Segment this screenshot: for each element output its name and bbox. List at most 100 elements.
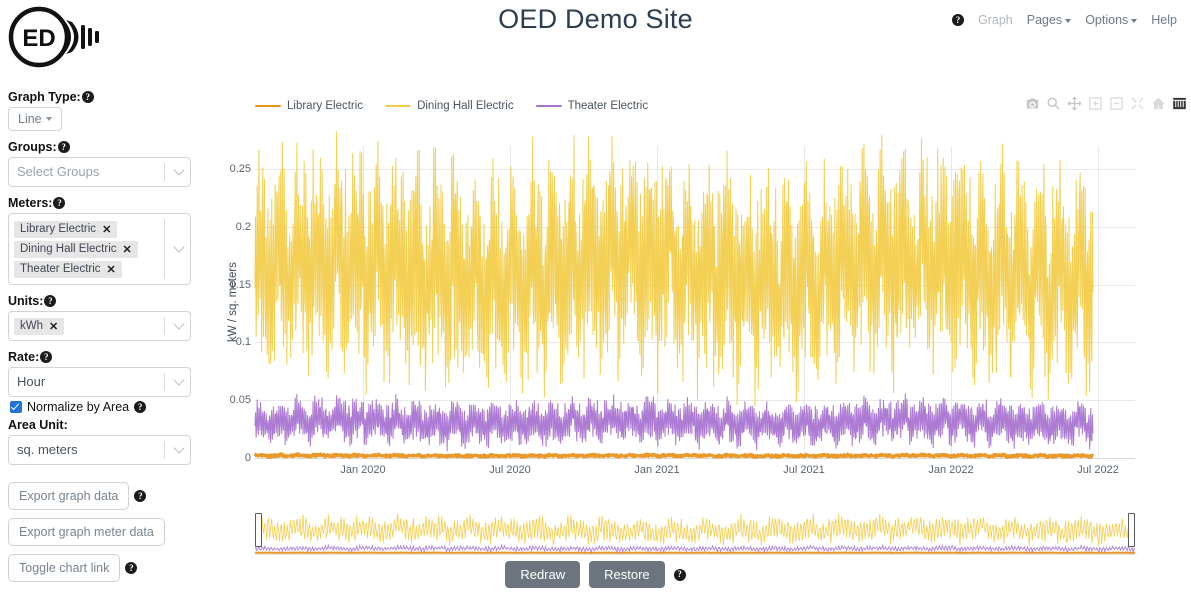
range-slider-line-dining-hall-electric	[254, 513, 1136, 547]
nav-item-options-label: Options	[1085, 13, 1129, 27]
nav-item-help[interactable]: Help	[1151, 13, 1177, 27]
remove-chip-icon[interactable]: ✕	[123, 243, 132, 256]
groups-label: Groups: ?	[8, 140, 193, 154]
select-divider	[164, 219, 165, 279]
pan-icon[interactable]	[1067, 96, 1082, 111]
graph-type-dropdown[interactable]: Line	[8, 107, 62, 131]
meter-chip-library-electric[interactable]: Library Electric ✕	[14, 220, 118, 238]
units-select[interactable]: kWh ✕	[8, 311, 191, 341]
remove-chip-icon[interactable]: ✕	[107, 263, 116, 276]
legend-swatch	[385, 104, 412, 108]
chevron-down-icon[interactable]	[174, 246, 183, 252]
zoom-icon[interactable]	[1046, 96, 1061, 111]
meter-chip-theater-electric[interactable]: Theater Electric ✕	[14, 260, 122, 278]
home-icon[interactable]	[1151, 96, 1166, 111]
y-axis-tick-label: 0.2	[235, 220, 251, 233]
nav-item-graph[interactable]: Graph	[978, 13, 1013, 27]
meter-chip-label: Dining Hall Electric	[20, 243, 117, 255]
legend-item-theater-electric[interactable]: Theater Electric	[535, 100, 649, 112]
nav-item-help-label: Help	[1151, 13, 1177, 27]
meter-chip-dining-hall-electric[interactable]: Dining Hall Electric ✕	[14, 240, 138, 258]
area-unit-select[interactable]: sq. meters	[8, 435, 191, 465]
unit-chip-kwh[interactable]: kWh ✕	[14, 317, 65, 335]
meter-chip-wrapper: Dining Hall Electric ✕	[14, 239, 156, 259]
series-line-library-electric	[253, 452, 1094, 460]
grid-line-horizontal	[255, 458, 1135, 459]
legend-label: Theater Electric	[567, 100, 649, 112]
meters-select[interactable]: Library Electric ✕ Dining Hall Electric …	[8, 213, 191, 285]
export-graph-meter-data-button[interactable]: Export graph meter data	[8, 518, 165, 546]
normalize-by-area-label: Normalize by Area	[27, 400, 130, 414]
y-axis-label: kW / sq. meters	[227, 262, 239, 342]
groups-placeholder: Select Groups	[17, 164, 100, 179]
range-slider-baseline	[255, 554, 1135, 555]
groups-select[interactable]: Select Groups	[8, 157, 191, 187]
y-axis-tick-label: 0.1	[235, 336, 251, 349]
autoscale-icon[interactable]	[1130, 96, 1145, 111]
remove-chip-icon[interactable]: ✕	[102, 223, 111, 236]
help-circle-icon[interactable]: ?	[57, 141, 70, 153]
legend-item-library-electric[interactable]: Library Electric	[255, 100, 363, 112]
export-graph-data-row: Export graph data ?	[8, 482, 193, 510]
redraw-button[interactable]: Redraw	[505, 561, 581, 588]
plot-area[interactable]: kW / sq. meters 0 0.05 0.1 0.15 0.2 0.25 Jan …	[227, 131, 1135, 476]
area-unit-label-text: Area Unit:	[8, 418, 68, 432]
legend-swatch	[535, 104, 562, 108]
series-line-dining-hall-electric	[254, 131, 1094, 407]
meter-chip-wrapper: Theater Electric ✕	[14, 259, 156, 279]
range-slider-preview[interactable]	[254, 511, 1136, 555]
chevron-down-icon[interactable]	[174, 169, 183, 175]
series-line-theater-electric	[254, 393, 1094, 452]
range-slider-line-theater-electric	[254, 543, 1136, 554]
nav-item-options[interactable]: Options	[1085, 13, 1138, 27]
meter-chip-label: Theater Electric	[20, 263, 101, 275]
camera-icon[interactable]	[1025, 96, 1040, 111]
groups-label-text: Groups:	[8, 140, 57, 154]
help-circle-icon[interactable]: ?	[134, 490, 147, 502]
meters-block: Meters: ? Library Electric ✕ Dining Hall…	[8, 196, 193, 285]
grid-icon[interactable]	[1172, 96, 1187, 111]
groups-block: Groups: ? Select Groups	[8, 140, 193, 187]
help-circle-icon[interactable]: ?	[40, 351, 53, 363]
legend-item-dining-hall-electric[interactable]: Dining Hall Electric	[385, 100, 514, 112]
chevron-down-icon	[45, 117, 52, 121]
normalize-by-area-row[interactable]: Normalize by Area ?	[10, 400, 193, 414]
export-graph-meter-data-row: Export graph meter data	[8, 518, 193, 546]
remove-chip-icon[interactable]: ✕	[49, 320, 58, 333]
chevron-down-icon[interactable]	[174, 323, 183, 329]
zoom-in-icon[interactable]	[1088, 96, 1103, 111]
export-graph-data-button[interactable]: Export graph data	[8, 482, 130, 510]
chevron-down-icon	[1131, 18, 1138, 23]
rate-select[interactable]: Hour	[8, 367, 191, 397]
units-label-text: Units:	[8, 294, 44, 308]
range-slider[interactable]	[254, 511, 1136, 555]
nav-item-pages[interactable]: Pages	[1026, 13, 1072, 27]
x-axis-tick-label: Jul 2020	[489, 464, 531, 476]
nav-item-pages-label: Pages	[1026, 13, 1063, 27]
units-label: Units: ?	[8, 294, 193, 308]
range-slider-handle-right[interactable]	[1128, 513, 1135, 547]
chevron-down-icon[interactable]	[174, 379, 183, 385]
rate-value: Hour	[17, 374, 46, 389]
y-axis-tick-label: 0.15	[229, 278, 251, 291]
help-circle-icon[interactable]: ?	[53, 197, 66, 209]
plotly-modebar	[1025, 96, 1187, 111]
help-circle-icon[interactable]: ?	[44, 295, 57, 307]
controls-sidebar: Graph Type: ? Line Groups: ? Select Grou…	[8, 90, 193, 590]
graph-type-value: Line	[18, 112, 42, 126]
chevron-down-icon	[1065, 18, 1072, 23]
legend-label: Library Electric	[287, 100, 364, 112]
x-axis-tick-label: Jul 2021	[783, 464, 825, 476]
legend-label: Dining Hall Electric	[417, 100, 514, 112]
select-divider	[164, 373, 165, 391]
help-circle-icon[interactable]: ?	[134, 401, 147, 413]
help-circle-icon[interactable]: ?	[673, 568, 686, 581]
range-slider-handle-left[interactable]	[255, 513, 262, 547]
unit-chip-label: kWh	[20, 320, 43, 332]
help-circle-icon[interactable]: ?	[951, 14, 964, 26]
zoom-out-icon[interactable]	[1109, 96, 1124, 111]
normalize-by-area-checkbox[interactable]	[10, 401, 22, 413]
help-circle-icon[interactable]: ?	[81, 91, 94, 103]
restore-button[interactable]: Restore	[589, 561, 665, 588]
chevron-down-icon[interactable]	[174, 447, 183, 453]
